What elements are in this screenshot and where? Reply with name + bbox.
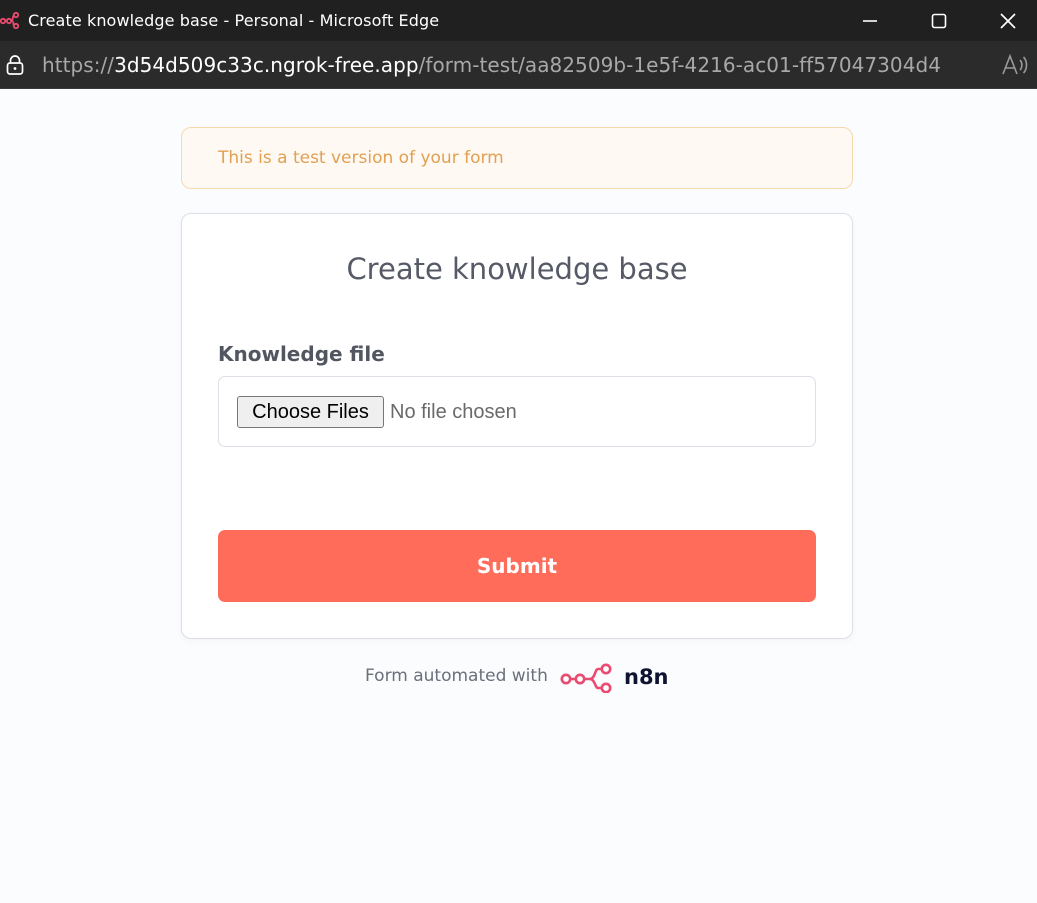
footer-text: Form automated with	[365, 666, 548, 686]
form-title: Create knowledge base	[346, 252, 688, 286]
submit-button[interactable]: Submit	[218, 530, 816, 602]
minimize-icon	[863, 19, 877, 22]
banner-text: This is a test version of your form	[218, 148, 504, 168]
footer: Form automated with n8n	[365, 662, 685, 694]
url-host: 3d54d509c33c.ngrok-free.app	[114, 53, 419, 77]
choose-files-button[interactable]: Choose Files	[237, 396, 384, 428]
window-title: Create knowledge base - Personal - Micro…	[28, 11, 440, 30]
url-path: /form-test/aa82509b-1e5f-4216-ac01-ff570…	[418, 53, 941, 77]
read-aloud-icon[interactable]	[1000, 52, 1030, 78]
close-icon	[1000, 12, 1016, 29]
address-bar[interactable]: https://3d54d509c33c.ngrok-free.app/form…	[0, 41, 1037, 89]
knowledge-file-input[interactable]: Choose Files No file chosen	[218, 376, 816, 447]
url-scheme: https://	[42, 53, 115, 77]
url-text[interactable]: https://3d54d509c33c.ngrok-free.app/form…	[42, 41, 941, 89]
maximize-icon	[931, 13, 947, 28]
close-button[interactable]	[973, 0, 1037, 41]
form-card: Create knowledge base Knowledge file Cho…	[181, 213, 853, 639]
test-version-banner: This is a test version of your form	[181, 127, 853, 189]
knowledge-file-label: Knowledge file	[218, 342, 385, 366]
minimize-button[interactable]	[835, 0, 905, 41]
lock-icon[interactable]	[5, 54, 25, 76]
maximize-button[interactable]	[904, 0, 974, 41]
n8n-brand-text[interactable]: n8n	[624, 662, 669, 692]
window-titlebar: Create knowledge base - Personal - Micro…	[0, 0, 1037, 41]
n8n-logo-icon	[0, 11, 20, 29]
file-status-text: No file chosen	[390, 401, 517, 423]
n8n-logo-icon[interactable]	[560, 663, 620, 693]
page-content: This is a test version of your form Crea…	[0, 89, 1037, 903]
